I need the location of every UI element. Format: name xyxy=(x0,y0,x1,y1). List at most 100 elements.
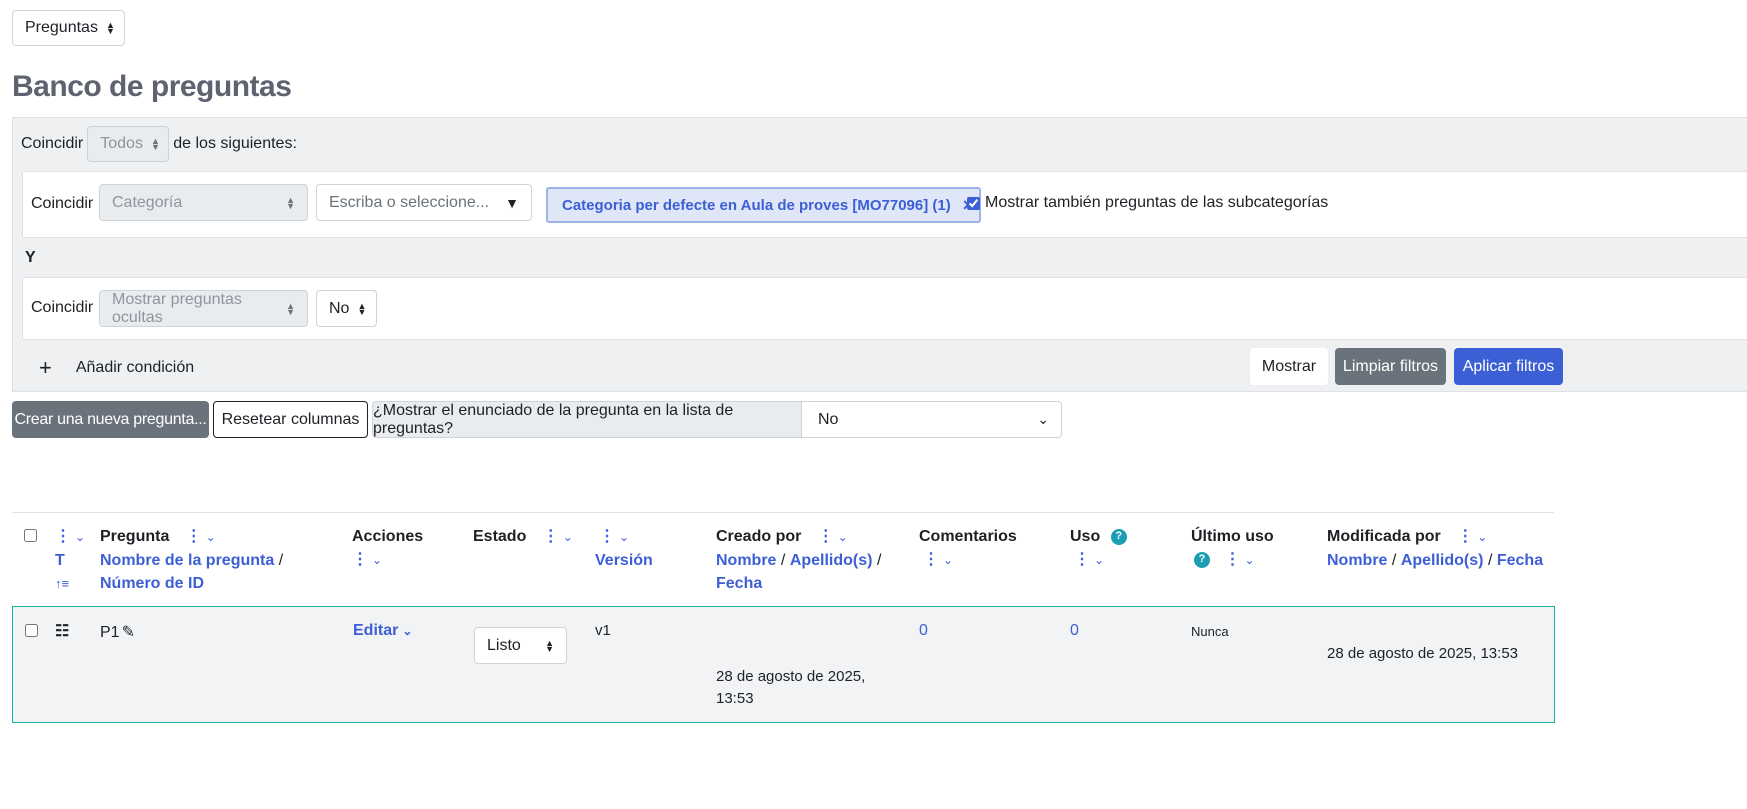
help-icon[interactable]: ? xyxy=(1110,528,1127,545)
table-row: ☷ P1 ✎ Editar ⌄ Listo ▲ ▼ v1 28 de agosto d… xyxy=(12,606,1555,723)
column-menu-icon[interactable]: ⋮ xyxy=(1457,525,1473,548)
clear-filters-button[interactable]: Limpiar filtros xyxy=(1335,348,1446,385)
reset-columns-button[interactable]: Resetear columnas xyxy=(213,401,368,438)
header-version: ⋮ ⌄ Versión xyxy=(595,525,695,572)
sort-last-name[interactable]: Apellido(s) xyxy=(790,552,873,569)
header-actions-label: Acciones xyxy=(352,528,424,545)
show-filters-button[interactable]: Mostrar xyxy=(1250,348,1328,385)
condition-type-value: Categoría xyxy=(112,193,183,211)
condition-type-select[interactable]: Categoría ▲ ▼ xyxy=(99,184,308,221)
category-chip-label: Categoria per defecte en Aula de proves … xyxy=(562,196,951,214)
plus-icon: + xyxy=(39,355,52,380)
chevron-down-icon[interactable]: ⌄ xyxy=(1094,549,1104,572)
column-menu-icon[interactable]: ⋮ xyxy=(1074,548,1090,571)
chevron-down-icon[interactable]: ⌄ xyxy=(75,526,85,549)
bank-section-value: Preguntas xyxy=(25,19,98,36)
header-question: Pregunta ⋮ ⌄ Nombre de la pregunta / Núme… xyxy=(100,525,340,595)
column-menu-icon[interactable]: ⋮ xyxy=(55,525,71,548)
column-menu-icon[interactable]: ⋮ xyxy=(818,525,834,548)
header-usage: Uso ? ⋮ ⌄ xyxy=(1070,525,1170,572)
header-type: ⋮ ⌄ T ↑≡ xyxy=(55,525,95,595)
show-text-label: ¿Mostrar el enunciado de la pregunta en … xyxy=(372,401,802,438)
chevron-down-icon[interactable]: ⌄ xyxy=(943,549,953,572)
create-question-button[interactable]: Crear una nueva pregunta... xyxy=(12,401,209,438)
chevron-down-icon[interactable]: ⌄ xyxy=(1244,549,1254,572)
condition-type-select[interactable]: Mostrar preguntas ocultas ▲ ▼ xyxy=(99,290,308,327)
filter-panel: Coincidir Todos ▲ ▼ de los siguientes: Co… xyxy=(12,117,1747,392)
column-menu-icon[interactable]: ⋮ xyxy=(923,548,939,571)
edit-menu[interactable]: Editar ⌄ xyxy=(353,622,412,640)
usage-count[interactable]: 0 xyxy=(1070,622,1079,640)
condition-match-label: Coincidir xyxy=(31,195,94,212)
sort-type-link[interactable]: T xyxy=(55,549,95,572)
created-time: 13:53 xyxy=(716,690,754,707)
column-menu-icon[interactable]: ⋮ xyxy=(543,525,559,548)
chevron-down-icon[interactable]: ⌄ xyxy=(619,526,629,549)
chevron-down-icon[interactable]: ⌄ xyxy=(838,526,848,549)
row-checkbox[interactable] xyxy=(25,624,38,637)
header-usage-label: Uso xyxy=(1070,528,1101,545)
match-all-value: Todos xyxy=(100,135,143,152)
chevron-down-icon[interactable]: ⌄ xyxy=(563,526,573,549)
bank-section-select[interactable]: Preguntas ▲ ▼ xyxy=(12,10,125,46)
sort-icon[interactable]: ↑≡ xyxy=(55,572,95,595)
column-menu-icon[interactable]: ⋮ xyxy=(352,548,368,571)
show-text-select[interactable]: No ⌄ xyxy=(801,401,1062,438)
sort-first-name[interactable]: Nombre xyxy=(716,552,776,569)
of-following-label: de los siguientes: xyxy=(173,135,297,152)
add-condition-button[interactable]: + Añadir condición xyxy=(39,355,194,381)
status-select[interactable]: Listo ▲ ▼ xyxy=(474,627,567,664)
category-search-input[interactable]: Escriba o seleccione... ▼ xyxy=(316,184,532,221)
edit-name-icon[interactable]: ✎ xyxy=(122,624,135,641)
condition-match-label: Coincidir xyxy=(31,299,94,316)
condition-category: Coincidir Categoría ▲ ▼ Escriba o selecci… xyxy=(22,171,1747,238)
add-condition-label: Añadir condición xyxy=(75,359,195,376)
header-actions: Acciones ⋮ ⌄ xyxy=(352,525,452,572)
match-label: Coincidir xyxy=(21,135,84,152)
help-icon[interactable]: ? xyxy=(1194,551,1210,568)
header-comments: Comentarios ⋮ ⌄ xyxy=(919,525,1049,572)
column-menu-icon[interactable]: ⋮ xyxy=(1224,548,1240,571)
hidden-value-select[interactable]: No ▲ ▼ xyxy=(316,290,377,327)
subcategories-label: Mostrar también preguntas de las subcate… xyxy=(985,194,1329,211)
sort-mod-last-name[interactable]: Apellido(s) xyxy=(1401,552,1484,569)
sort-question-name[interactable]: Nombre de la pregunta xyxy=(100,552,274,569)
header-created-by: Creado por ⋮ ⌄ Nombre / Apellido(s) / Fec… xyxy=(716,525,906,595)
column-menu-icon[interactable]: ⋮ xyxy=(186,525,202,548)
created-date: 28 de agosto de 2025, xyxy=(716,668,866,685)
header-modified-by: Modificada por ⋮ ⌄ Nombre / Apellido(s) /… xyxy=(1327,525,1552,572)
updown-icon: ▲ ▼ xyxy=(357,300,367,317)
chevron-down-icon[interactable]: ⌄ xyxy=(206,526,216,549)
sort-mod-first-name[interactable]: Nombre xyxy=(1327,552,1387,569)
subcategories-checkbox[interactable] xyxy=(967,196,980,210)
header-last-used: Último uso ? ⋮ ⌄ xyxy=(1191,525,1311,572)
chevron-down-icon: ⌄ xyxy=(402,624,413,638)
select-all-checkbox[interactable] xyxy=(24,529,37,542)
updown-icon: ▲ ▼ xyxy=(286,300,295,317)
category-search-placeholder: Escriba o seleccione... xyxy=(329,193,490,211)
apply-filters-button[interactable]: Aplicar filtros xyxy=(1454,348,1563,385)
header-comments-label: Comentarios xyxy=(919,528,1017,545)
chevron-down-icon[interactable]: ⌄ xyxy=(1477,526,1487,549)
category-chip: Categoria per defecte en Aula de proves … xyxy=(546,187,982,223)
comments-count[interactable]: 0 xyxy=(919,622,928,640)
edit-label: Editar xyxy=(353,622,399,639)
chevron-down-icon: ⌄ xyxy=(1037,411,1049,427)
match-all-select[interactable]: Todos ▲ ▼ xyxy=(87,126,170,162)
sort-mod-date[interactable]: Fecha xyxy=(1497,552,1543,569)
header-last-used-label: Último uso xyxy=(1191,528,1274,545)
separator: / xyxy=(876,552,882,569)
sort-id-number[interactable]: Número de ID xyxy=(100,572,340,595)
column-menu-icon[interactable]: ⋮ xyxy=(599,525,615,548)
table-top-border xyxy=(12,512,1554,513)
sort-version[interactable]: Versión xyxy=(595,549,695,572)
header-created-label: Creado por xyxy=(716,528,802,545)
header-status-label: Estado xyxy=(473,528,527,545)
condition-joiner: Y xyxy=(25,249,36,266)
separator: / xyxy=(1391,552,1397,569)
updown-icon: ▲ ▼ xyxy=(150,136,160,152)
sort-date[interactable]: Fecha xyxy=(716,572,906,595)
header-modified-label: Modificada por xyxy=(1327,528,1441,545)
chevron-down-icon[interactable]: ⌄ xyxy=(372,549,382,572)
condition-type-value: Mostrar preguntas ocultas xyxy=(112,290,242,326)
